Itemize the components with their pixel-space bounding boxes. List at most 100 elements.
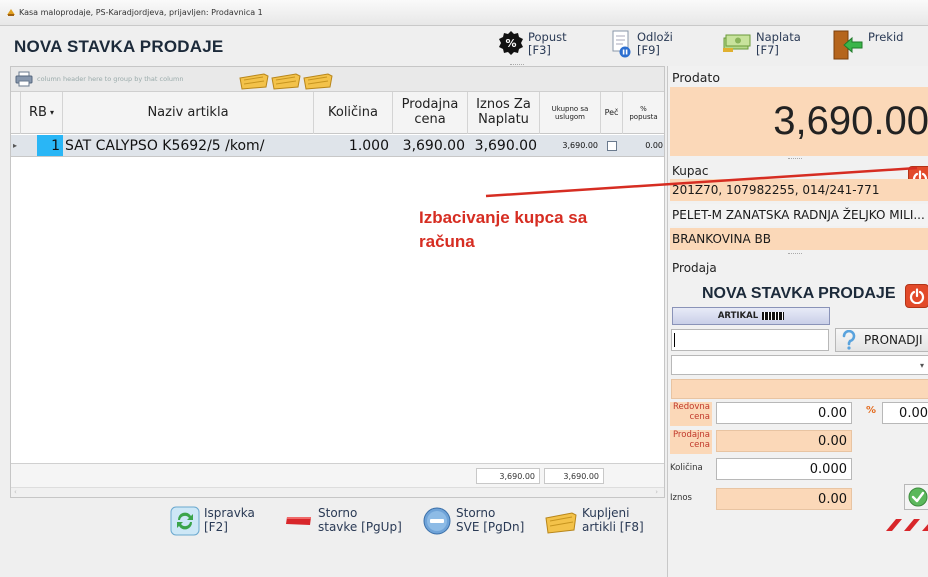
column-prodajna-cena[interactable]: Prodajna cena [393, 92, 468, 134]
iznos-label: Iznos [670, 493, 692, 503]
odlozi-key: [F9] [637, 43, 660, 57]
cell-pct[interactable]: 0.00 [623, 135, 663, 156]
column-rb[interactable]: RB ▾ [21, 92, 63, 134]
cell-prodajna-cena[interactable]: 3,690.00 [393, 135, 465, 156]
question-icon [842, 330, 856, 350]
prodato-title: Prodato [672, 70, 720, 85]
cell-rb[interactable]: 1 [37, 135, 63, 156]
text-cursor [674, 333, 675, 347]
exit-door-icon [833, 30, 863, 60]
chevron-down-icon: ▾ [919, 360, 924, 370]
popust-button[interactable]: % Popust [F3] [498, 30, 567, 62]
percent-field[interactable]: 0.00 [882, 402, 928, 424]
splitter-grip[interactable] [788, 158, 802, 159]
ispravka-label: Ispravka [204, 506, 255, 520]
cell-ukupno[interactable]: 3,690.00 [540, 135, 598, 156]
checkbox[interactable] [607, 140, 617, 151]
pronadji-label: PRONADJI [864, 333, 923, 347]
storno-stavke-button[interactable]: Storno stavke [PgUp] [284, 506, 402, 540]
basket-icon [239, 73, 269, 90]
cell-pec-checkbox[interactable] [605, 135, 619, 156]
group-by-bar: column header here to group by that colu… [11, 67, 664, 92]
cancel-item-button[interactable] [905, 284, 928, 308]
prodato-total-value: 3,690.00 [773, 99, 928, 143]
storno-sve-key: SVE [PgDn] [456, 520, 525, 534]
prodajna-cena-label: Prodajna cena [670, 430, 712, 454]
power-icon [909, 288, 925, 304]
splitter-grip[interactable] [788, 253, 802, 254]
redovna-cena-value: 0.00 [818, 405, 847, 421]
column-iznos-za-naplatu[interactable]: Iznos Za Naplatu [468, 92, 540, 134]
cell-kolicina[interactable]: 1.000 [314, 135, 389, 156]
ispravka-button[interactable]: Ispravka [F2] [170, 506, 255, 540]
svg-text:%: % [505, 37, 516, 50]
kupljeni-artikli-button[interactable]: Kupljeni artikli [F8] [544, 506, 644, 540]
column-prodajna-cena-label: Prodajna cena [401, 97, 459, 127]
kolicina-field[interactable]: 0.000 [716, 458, 852, 480]
column-rb-label: RB [29, 104, 47, 120]
column-pec[interactable]: Peč [601, 92, 623, 134]
kupljeni-label: Kupljeni [582, 506, 630, 520]
basket-icons [239, 73, 333, 90]
basket-icon [303, 73, 333, 90]
kupac-line-2: PELET-M ZANATSKA RADNJA ŽELJKO MILI... [670, 204, 928, 226]
prodaja-title: Prodaja [672, 261, 717, 275]
column-naziv-label: Naziv artikla [147, 104, 229, 120]
pause-document-icon [612, 30, 631, 58]
column-ukupno-sa-uslugom[interactable]: Ukupno sa uslugom [540, 92, 601, 134]
row-indicator: ▸ [13, 141, 18, 150]
iznos-field: 0.00 [716, 488, 852, 510]
item-select[interactable]: ▾ [671, 355, 928, 375]
column-pct-popusta[interactable]: % popusta [623, 92, 664, 134]
prodajna-cena-value: 0.00 [818, 433, 847, 449]
title-bar: Kasa maloprodaje, PS-Karadjordjeva, prij… [0, 0, 928, 26]
kolicina-value: 0.000 [809, 461, 847, 477]
annotation-text: Izbacivanje kupca sa računa [419, 206, 587, 254]
artikal-button[interactable]: ARTIKAL [672, 307, 830, 325]
eraser-icon[interactable] [884, 517, 928, 533]
sort-icon: ▾ [49, 108, 54, 118]
ispravka-key: [F2] [204, 520, 228, 534]
printer-icon[interactable] [15, 71, 33, 87]
horizontal-scrollbar[interactable]: ‹ › [11, 487, 664, 497]
scroll-left-icon[interactable]: ‹ [14, 488, 17, 496]
app-icon [7, 9, 15, 16]
prodato-total: 3,690.00 [670, 87, 928, 156]
redovna-cena-field[interactable]: 0.00 [716, 402, 852, 424]
storno-stavke-key: stavke [PgUp] [318, 520, 402, 534]
annotation-line-2: računa [419, 232, 475, 251]
odlozi-button[interactable]: Odloži [F9] [611, 30, 673, 62]
toolbar: NOVA STAVKA PRODAJE % Popust [F3] Odloži[… [0, 27, 928, 65]
storno-sve-label: Storno [456, 506, 496, 520]
cell-naziv[interactable]: SAT CALYPSO K5692/5 /kom/ [65, 135, 315, 156]
confirm-button[interactable] [904, 484, 928, 510]
grid-totals-row: 3,690.00 3,690.00 [11, 463, 664, 487]
sales-grid: column header here to group by that colu… [10, 66, 665, 498]
table-row[interactable]: ▸ 1 SAT CALYPSO K5692/5 /kom/ 1.000 3,69… [11, 135, 664, 157]
money-icon [723, 34, 751, 52]
naplata-button[interactable]: Naplata [F7] [722, 30, 801, 62]
percent-icon: % [866, 405, 877, 416]
iznos-value: 0.00 [818, 491, 847, 507]
check-icon [908, 487, 927, 507]
scroll-right-icon[interactable]: › [655, 488, 658, 496]
prodajna-cena-field: 0.00 [716, 430, 852, 452]
kupac-line-1: 201Z70, 107982255, 014/241-771 [670, 179, 928, 201]
total-ukupno: 3,690.00 [544, 468, 604, 484]
storno-sve-button[interactable]: Storno SVE [PgDn] [422, 506, 524, 540]
percent-value: 0.00 [899, 405, 928, 421]
popust-key: [F3] [528, 43, 551, 57]
basket-icon [545, 512, 577, 534]
kupljeni-key: artikli [F8] [582, 520, 644, 534]
kupac-line-3: BRANKOVINA BB [670, 228, 928, 250]
column-naziv[interactable]: Naziv artikla [63, 92, 314, 134]
app-window: Kasa maloprodaje, PS-Karadjordjeva, prij… [0, 0, 928, 577]
artikal-input[interactable] [671, 329, 829, 351]
item-description-field [671, 379, 928, 399]
cell-iznos[interactable]: 3,690.00 [468, 135, 537, 156]
remove-line-icon [286, 517, 311, 525]
prekid-button[interactable]: Prekid [830, 30, 903, 62]
pronadji-button[interactable]: PRONADJI [835, 328, 928, 352]
column-kolicina[interactable]: Količina [314, 92, 393, 134]
group-hint: column header here to group by that colu… [37, 75, 184, 83]
